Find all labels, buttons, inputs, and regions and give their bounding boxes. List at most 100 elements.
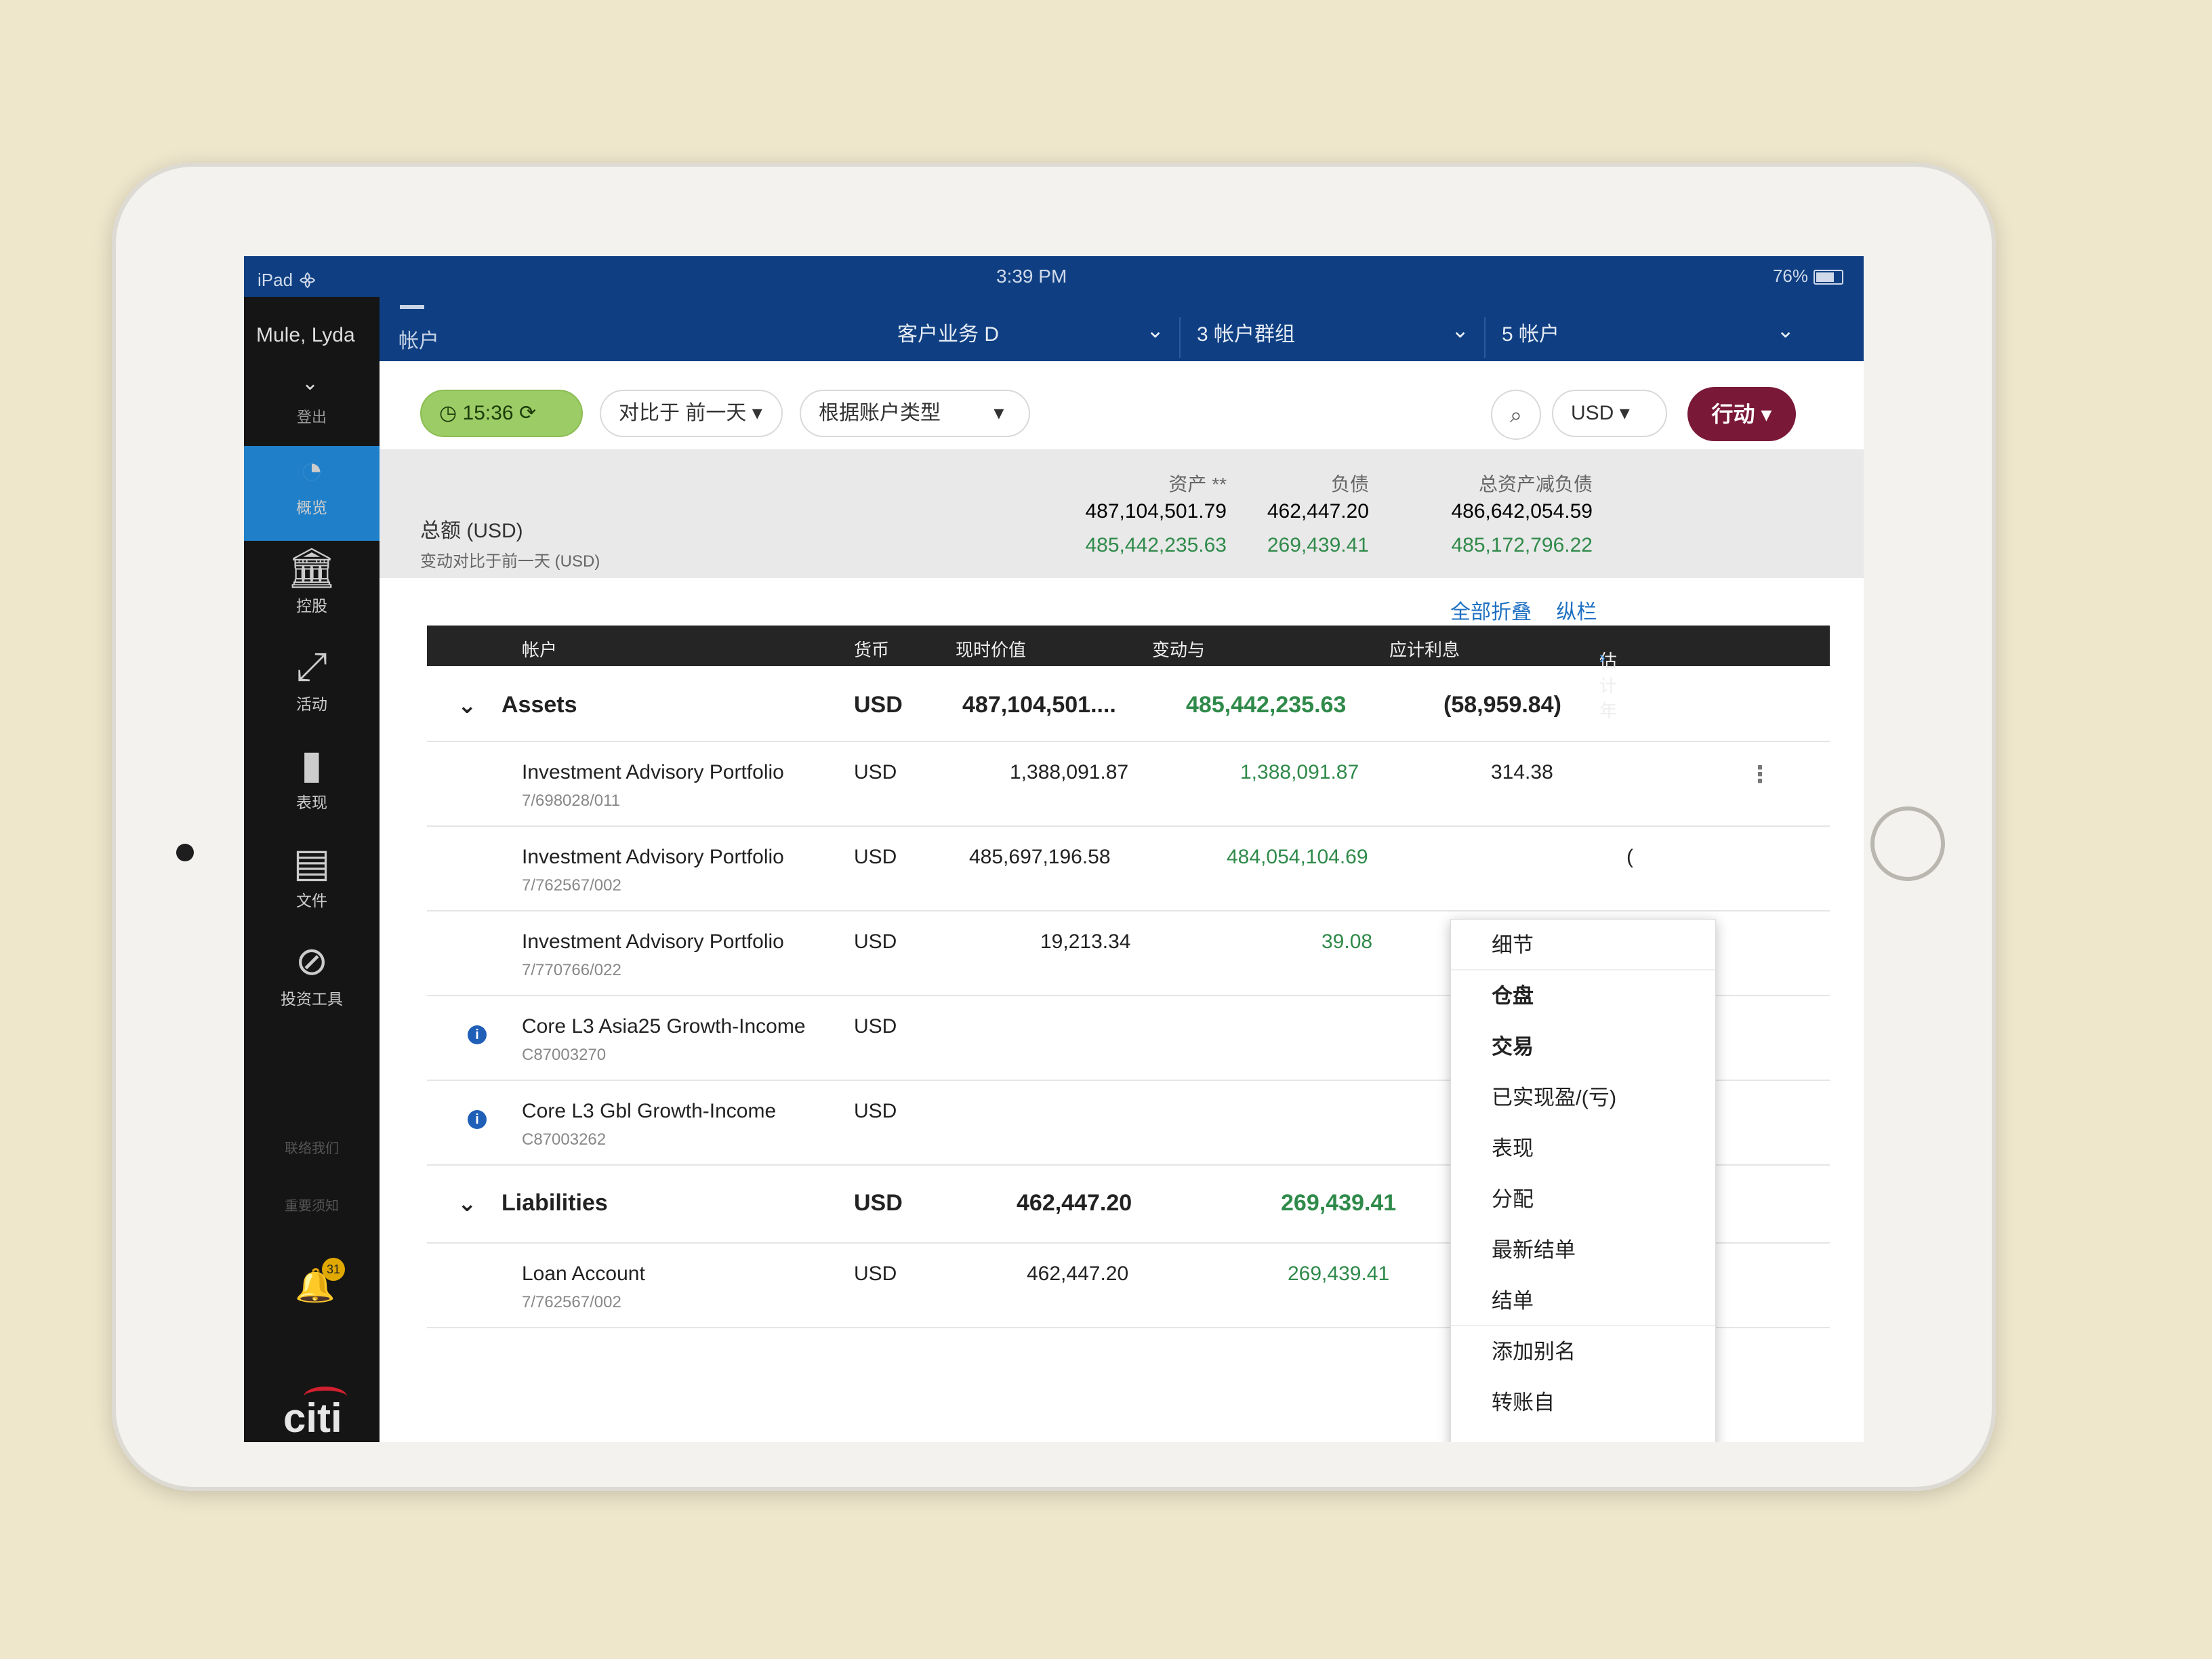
account-currency: USD (854, 1100, 897, 1122)
wifi-icon: ᯽ (298, 270, 318, 290)
group-select[interactable]: 3 帐户群组 ⌄ (1179, 317, 1484, 358)
chevron-down-icon: ⌄ (1146, 318, 1164, 342)
account-currency: USD (854, 930, 897, 953)
account-currency: USD (854, 1263, 897, 1285)
table-links: 全部折叠 纵栏 (1450, 595, 1616, 625)
liabilities-change: 269,439.41 (1267, 534, 1369, 556)
more-options-icon[interactable]: ⋮ (1748, 761, 1771, 788)
account-change: 269,439.41 (1288, 1263, 1390, 1285)
menu-item-add-alias[interactable]: 添加别名 (1451, 1326, 1715, 1377)
important-notice-link[interactable]: 重要须知 (244, 1195, 380, 1214)
client-select[interactable]: 客户业务 D ⌄ (881, 317, 1179, 358)
bank-icon: 🏛 (287, 546, 337, 590)
citi-logo: citi (283, 1395, 342, 1441)
camera (176, 844, 194, 861)
menu-item-statements[interactable]: 结单 (1451, 1275, 1715, 1326)
screen: iPad ᯽ 3:39 PM 76% Mule, Lyda ⌄ 登出 ◔ 概览 … (244, 256, 1864, 1442)
account-id: 7/698028/011 (522, 792, 621, 810)
menu-item-latest-statement[interactable]: 最新结单 (1451, 1225, 1715, 1275)
nav-activity[interactable]: ⤢ 活动 (244, 642, 380, 737)
group-by-value: 根据账户类型 (819, 402, 941, 424)
account-name[interactable]: Investment Advisory Portfolio (522, 930, 784, 954)
menu-item-realized-pl[interactable]: 已实现盈/(亏) (1451, 1072, 1715, 1123)
table-header: 帐户 货币 现时价值 变动与 应计利息 估计 年 › (427, 626, 1830, 721)
assets-change: 485,442,235.63 (1085, 534, 1227, 556)
nav-overview[interactable]: ◔ 概览 (244, 446, 380, 541)
menu-item-transactions[interactable]: 交易 (1451, 1021, 1715, 1072)
info-icon[interactable]: i (468, 1025, 487, 1044)
columns-link[interactable]: 纵栏 (1556, 601, 1597, 623)
refresh-time: 15:36 (462, 402, 514, 424)
account-name[interactable]: Investment Advisory Portfolio (522, 761, 784, 784)
group-select-value: 3 帐户群组 (1197, 323, 1296, 346)
menu-item-transfer-to[interactable]: 转账至 (1451, 1428, 1715, 1442)
nav-tools[interactable]: ⊘ 投资工具 (244, 937, 380, 1032)
nav-performance-label: 表现 (296, 794, 327, 811)
col-account: 帐户 (522, 640, 558, 660)
document-icon: ▤ (293, 841, 331, 885)
account-currency: USD (854, 846, 897, 868)
toolbar: ◷ 15:36 ⟳ 对比于 前一天 ▾ 根据账户类型 ▾ ⌕ USD ▾ 行动 … (380, 361, 1864, 449)
user-name: Mule, Lyda (256, 324, 355, 346)
chevron-down-icon[interactable]: ⌄ (302, 371, 319, 395)
currency-select[interactable]: USD ▾ (1552, 390, 1667, 437)
refresh-time-pill[interactable]: ◷ 15:36 ⟳ (420, 390, 583, 437)
nav-performance[interactable]: ▮ 表现 (244, 741, 380, 836)
account-select[interactable]: 5 帐户 ⌄ (1484, 317, 1809, 358)
chevron-down-icon[interactable]: ⌄ (457, 692, 477, 719)
group-currency: USD (854, 692, 903, 718)
group-name: Assets (501, 692, 577, 718)
compass-icon: ⊘ (295, 939, 329, 983)
nav-holdings-label: 控股 (296, 597, 327, 615)
group-name: Liabilities (501, 1190, 608, 1216)
refresh-icon: ⟳ (518, 402, 537, 424)
group-row-assets[interactable]: ⌄ Assets USD 487,104,501.... 485,442,235… (427, 666, 1830, 742)
col-change: 变动与 (1152, 640, 1206, 660)
menu-item-positions[interactable]: 仓盘 (1451, 970, 1715, 1021)
account-name[interactable]: Loan Account (522, 1263, 645, 1286)
action-button[interactable]: 行动 ▾ (1687, 387, 1796, 441)
total-label: 总额 (USD) (420, 520, 523, 542)
battery-icon (1814, 270, 1843, 285)
table-row[interactable]: Investment Advisory Portfolio 7/762567/0… (427, 825, 1830, 912)
menu-icon[interactable] (400, 305, 424, 309)
account-currency: USD (854, 1015, 897, 1038)
compare-select[interactable]: 对比于 前一天 ▾ (600, 390, 783, 437)
status-bar: iPad ᯽ 3:39 PM 76% (244, 256, 1864, 297)
account-name[interactable]: Core L3 Gbl Growth-Income (522, 1100, 776, 1123)
nav-tools-label: 投资工具 (281, 990, 343, 1008)
menu-item-performance[interactable]: 表现 (1451, 1123, 1715, 1174)
info-icon[interactable]: i (468, 1110, 487, 1129)
search-button[interactable]: ⌕ (1491, 390, 1541, 440)
currency-value: USD (1571, 402, 1614, 424)
status-time: 3:39 PM (996, 266, 1067, 287)
menu-item-details[interactable]: 细节 (1451, 920, 1715, 970)
group-by-select[interactable]: 根据账户类型 ▾ (800, 390, 1030, 437)
col-currency: 货币 (854, 640, 890, 660)
arrows-icon: ⤢ (295, 644, 328, 689)
table-row[interactable]: Investment Advisory Portfolio 7/698028/0… (427, 741, 1830, 827)
group-accrued: (58,959.84) (1443, 692, 1561, 718)
home-button[interactable] (1870, 806, 1945, 881)
collapse-all-link[interactable]: 全部折叠 (1450, 601, 1532, 623)
nav-holdings[interactable]: 🏛 控股 (244, 544, 380, 639)
notification-badge: 31 (322, 1258, 345, 1281)
account-name[interactable]: Investment Advisory Portfolio (522, 846, 784, 869)
nav-documents[interactable]: ▤ 文件 (244, 839, 380, 934)
chevron-down-icon[interactable]: ⌄ (457, 1190, 477, 1217)
caret-down-icon: ▾ (752, 402, 762, 424)
group-change: 269,439.41 (1281, 1190, 1397, 1216)
menu-item-transfer-from[interactable]: 转账自 (1451, 1377, 1715, 1428)
contact-us-link[interactable]: 联络我们 (244, 1137, 380, 1157)
menu-item-allocation[interactable]: 分配 (1451, 1174, 1715, 1225)
account-id: C87003262 (522, 1130, 607, 1149)
nav-documents-label: 文件 (296, 892, 327, 909)
summary-panel: 总额 (USD) 变动对比于前一天 (USD) 资产 ** 负债 总资产减负债 … (380, 449, 1864, 578)
sidebar: Mule, Lyda ⌄ 登出 ◔ 概览 🏛 控股 ⤢ 活动 ▮ 表现 ▤ 文件 (244, 297, 380, 1442)
group-value: 462,447.20 (1017, 1190, 1132, 1216)
liabilities-total: 462,447.20 (1267, 500, 1369, 523)
account-id: 7/762567/002 (522, 1293, 621, 1311)
logout-link[interactable]: 登出 (297, 405, 327, 427)
account-name[interactable]: Core L3 Asia25 Growth-Income (522, 1015, 806, 1038)
account-change: 484,054,104.69 (1227, 846, 1368, 868)
